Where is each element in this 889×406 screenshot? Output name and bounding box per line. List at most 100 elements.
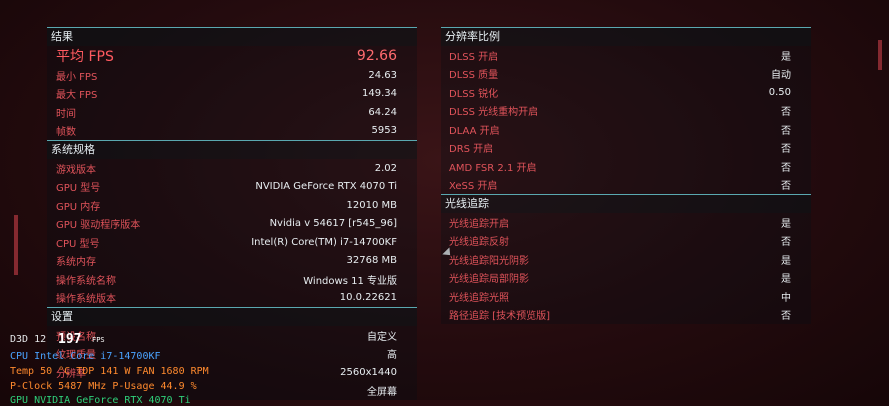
row-value: 否: [781, 237, 791, 249]
resolution-scaling-body: DLSS 开启是 DLSS 质量 自动 DLSS 锐化 0.50 DLSS 光线重构开启否…: [441, 46, 811, 194]
system-row: GPU 内存 12010 MB: [47, 196, 417, 215]
row-value: 自定义: [367, 331, 397, 343]
row-label: 路径追踪 [技术预览版]: [449, 311, 550, 323]
row-value: 是: [781, 255, 791, 267]
resolution-scaling-header: 分辨率比例: [441, 27, 811, 46]
row-value: 10.0.22621: [339, 292, 397, 304]
ray-tracing-row: 光线追踪光照 中: [441, 287, 811, 306]
row-value: 24.63: [368, 69, 397, 81]
row-label: CPU 型号: [56, 238, 100, 250]
resolution-scaling-row: XeSS 开启 否: [441, 176, 811, 195]
resolution-scaling-row: DLSS 锐化 0.50: [441, 83, 811, 102]
row-value: 是: [781, 274, 791, 286]
row-value: 149.34: [362, 88, 397, 100]
results-row: 最小 FPS 24.63: [47, 66, 417, 85]
row-value: 0.50: [768, 86, 791, 98]
settings-header: 设置: [47, 307, 417, 326]
results-row: 平均 FPS 92.66: [47, 46, 417, 66]
row-value: 否: [781, 107, 791, 119]
right-panel: 分辨率比例 DLSS 开启是 DLSS 质量 自动 DLSS 锐化 0.50 DLSS 光…: [441, 27, 811, 324]
system-row: CPU 型号 Intel(R) Core(TM) i7-14700KF: [47, 233, 417, 252]
overlay-clock: P-Clock 5487 MHz P-Usage 44.9 %: [10, 381, 197, 392]
row-label: 平均 FPS: [56, 49, 114, 65]
row-value: NVIDIA GeForce RTX 4070 Ti: [255, 181, 397, 193]
row-label: 光线追踪局部阴影: [449, 274, 529, 286]
system-body: 游戏版本 2.02 GPU 型号 NVIDIA GeForce RTX 4070 Ti…: [47, 159, 417, 307]
system-row: 操作系统版本 10.0.22621: [47, 289, 417, 308]
row-label: DLSS 光线重构开启: [449, 107, 539, 119]
row-label: 最大 FPS: [56, 90, 98, 102]
row-value: 是: [781, 51, 791, 63]
results-row: 时间 64.24: [47, 103, 417, 122]
system-row: 操作系统名称 Windows 11 专业版: [47, 270, 417, 289]
overlay-gpu: GPU NVIDIA GeForce RTX 4070 Ti: [10, 395, 191, 406]
results-body: 平均 FPS 92.66 最小 FPS 24.63 最大 FPS 149.34 时间 64.2…: [47, 46, 417, 140]
row-value: 32768 MB: [346, 255, 397, 267]
results-row: 最大 FPS 149.34: [47, 85, 417, 104]
row-value: 2560x1440: [340, 366, 397, 378]
row-label: GPU 内存: [56, 201, 101, 213]
row-label: DLSS 质量: [449, 70, 499, 82]
ray-tracing-row: 光线追踪阳光阴影 是: [441, 250, 811, 269]
row-value: Nvidia v 54617 [r545_96]: [269, 218, 397, 230]
row-value: 64.24: [368, 106, 397, 118]
row-value: Windows 11 专业版: [303, 275, 397, 287]
row-label: 系统内存: [56, 257, 96, 269]
results-section: 结果 平均 FPS 92.66 最小 FPS 24.63 最大 FPS 149.34 时间 6…: [47, 27, 417, 140]
overlay-temp: Temp 50 °C TDP 141 W FAN 1680 RPM: [10, 366, 209, 377]
row-value: 否: [781, 181, 791, 193]
left-panel: 结果 平均 FPS 92.66 最小 FPS 24.63 最大 FPS 149.34 时间 6…: [47, 27, 417, 400]
system-row: 系统内存 32768 MB: [47, 252, 417, 271]
ray-tracing-section: 光线追踪 光线追踪开启是光线追踪反射否光线追踪阳光阴影是光线追踪局部阴影是光线追…: [441, 194, 811, 324]
row-label: 操作系统名称: [56, 275, 116, 287]
results-header: 结果: [47, 27, 417, 46]
row-value: 否: [781, 144, 791, 156]
row-value: 是: [781, 218, 791, 230]
row-label: 光线追踪开启: [449, 218, 509, 230]
system-header: 系统规格: [47, 140, 417, 159]
row-value: 12010 MB: [346, 199, 397, 211]
row-value: 中: [781, 292, 791, 304]
row-label: DLAA 开启: [449, 125, 500, 137]
row-label: 游戏版本: [56, 164, 96, 176]
resolution-scaling-row: DRS 开启 否: [441, 139, 811, 158]
row-label: DLSS 开启: [449, 51, 499, 63]
ray-tracing-body: 光线追踪开启是光线追踪反射否光线追踪阳光阴影是光线追踪局部阴影是光线追踪光照中路…: [441, 213, 811, 324]
ray-tracing-row: 路径追踪 [技术预览版] 否: [441, 306, 811, 325]
row-label: 最小 FPS: [56, 71, 98, 83]
resolution-scaling-row: AMD FSR 2.1 开启 否: [441, 157, 811, 176]
ray-tracing-row: 光线追踪局部阴影 是: [441, 269, 811, 288]
resolution-scaling-row: DLAA 开启 否: [441, 120, 811, 139]
row-value: 自动: [771, 70, 791, 82]
ray-tracing-header: 光线追踪: [441, 194, 811, 213]
row-value: 否: [781, 311, 791, 323]
row-label: 光线追踪反射: [449, 237, 509, 249]
row-label: GPU 驱动程序版本: [56, 220, 141, 232]
row-label: DLSS 锐化: [449, 88, 499, 100]
row-label: GPU 型号: [56, 183, 101, 195]
ray-tracing-row: 光线追踪开启 是: [441, 213, 811, 232]
row-label: 光线追踪光照: [449, 292, 509, 304]
system-section: 系统规格 游戏版本 2.02 GPU 型号 NVIDIA GeForce RTX 40…: [47, 140, 417, 307]
system-row: 游戏版本 2.02: [47, 159, 417, 178]
system-row: GPU 驱动程序版本 Nvidia v 54617 [r545_96]: [47, 215, 417, 234]
resolution-scaling-row: DLSS 光线重构开启 否: [441, 102, 811, 121]
row-label: XeSS 开启: [449, 181, 498, 193]
row-label: 光线追踪阳光阴影: [449, 255, 529, 267]
overlay-api: D3D 12: [10, 334, 47, 345]
row-label: 操作系统版本: [56, 294, 116, 306]
row-label: DRS 开启: [449, 144, 494, 156]
right-edge-decoration: [878, 40, 882, 70]
row-value: 5953: [371, 125, 397, 137]
overlay-cpu: CPU Intel Core i7-14700KF: [10, 351, 161, 362]
row-label: 时间: [56, 108, 76, 120]
row-value: 92.66: [356, 48, 397, 64]
row-value: Intel(R) Core(TM) i7-14700KF: [251, 236, 397, 248]
resolution-scaling-section: 分辨率比例 DLSS 开启 是 DLSS 质量 自动 DLSS 锐化 0.50 DLSS 光…: [441, 27, 811, 194]
system-row: GPU 型号 NVIDIA GeForce RTX 4070 Ti: [47, 178, 417, 197]
row-value: 否: [781, 162, 791, 174]
results-row: 帧数 5953: [47, 122, 417, 141]
resolution-scaling-row: DLSS 质量 自动: [441, 65, 811, 84]
row-label: 帧数: [56, 127, 76, 139]
row-value: 否: [781, 125, 791, 137]
